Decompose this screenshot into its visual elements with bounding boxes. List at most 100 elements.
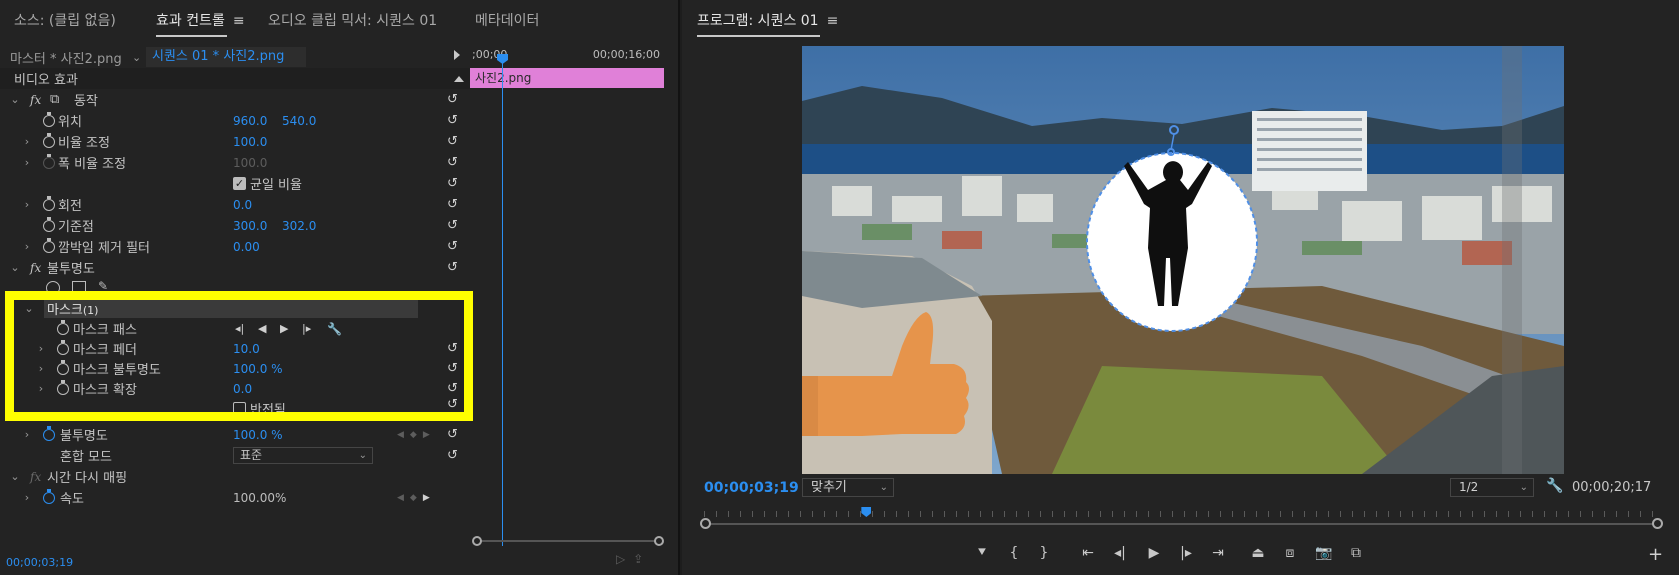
stopwatch-icon[interactable] <box>43 216 55 232</box>
reset-icon[interactable]: ↺ <box>447 381 461 396</box>
show-timeline-toggle-icon[interactable] <box>454 50 460 60</box>
reset-icon[interactable]: ↺ <box>447 260 461 275</box>
track-forward-icon[interactable]: ▶ <box>280 322 288 335</box>
mark-out-icon[interactable]: } <box>1032 542 1056 564</box>
transform-icon[interactable]: ⧉ <box>50 92 59 107</box>
reset-icon[interactable]: ↺ <box>447 427 461 442</box>
chevron-right-icon[interactable]: › <box>22 198 32 211</box>
chevron-down-icon[interactable]: ⌄ <box>10 93 20 106</box>
reset-icon[interactable]: ↺ <box>447 197 461 212</box>
previous-keyframe-icon[interactable]: ◀ <box>397 493 404 503</box>
step-forward-icon[interactable]: |▸ <box>1174 542 1198 564</box>
add-keyframe-icon[interactable]: ◆ <box>410 493 417 503</box>
effect-controls-timecode[interactable]: 00;00;03;19 <box>6 556 73 569</box>
speed-value[interactable]: 100.00% <box>233 491 286 505</box>
tab-effect-controls[interactable]: 효과 컨트롤 ≡ <box>156 10 245 37</box>
stopwatch-icon[interactable] <box>43 195 55 211</box>
rotation-value[interactable]: 0.0 <box>233 198 252 212</box>
stopwatch-icon[interactable] <box>43 237 55 253</box>
stopwatch-icon[interactable] <box>43 425 55 441</box>
playback-resolution-select[interactable]: 1/2 ⌄ <box>1450 478 1534 497</box>
tab-metadata[interactable]: 메타데이터 <box>475 10 539 30</box>
wrench-icon[interactable]: 🔧 <box>327 322 342 336</box>
settings-wrench-icon[interactable]: 🔧 <box>1546 478 1563 494</box>
lift-icon[interactable]: ⏏ <box>1246 542 1270 564</box>
reset-icon[interactable]: ↺ <box>447 92 461 107</box>
filter-icon[interactable]: ▷ <box>616 552 633 566</box>
panel-menu-icon[interactable]: ≡ <box>827 13 839 29</box>
chevron-down-icon[interactable]: ⌄ <box>24 302 34 315</box>
effect-time-remap-row[interactable]: ⌄ fx 시간 다시 매핑 <box>0 466 470 487</box>
reset-icon[interactable]: ↺ <box>447 155 461 170</box>
opacity-value[interactable]: 100.0 % <box>233 428 283 442</box>
zoom-level-select[interactable]: 맞추기 ⌄ <box>802 478 894 497</box>
sequence-clip-label[interactable]: 시퀀스 01 * 사진2.png <box>146 47 306 67</box>
go-to-in-icon[interactable]: ⇤ <box>1076 542 1100 564</box>
tab-source[interactable]: 소스: (클립 없음) <box>14 10 116 30</box>
scroll-handle-right[interactable] <box>654 536 664 546</box>
chevron-right-icon[interactable]: › <box>22 491 32 504</box>
stopwatch-icon[interactable] <box>57 339 69 355</box>
fx-icon[interactable]: fx <box>30 93 41 107</box>
go-to-out-icon[interactable]: ⇥ <box>1206 542 1230 564</box>
fx-icon[interactable]: fx <box>30 261 41 275</box>
next-keyframe-icon[interactable]: ▶ <box>423 430 430 440</box>
comparison-view-icon[interactable]: ⧉ <box>1344 542 1368 564</box>
scale-value[interactable]: 100.0 <box>233 135 267 149</box>
stopwatch-icon[interactable] <box>43 488 55 504</box>
chevron-right-icon[interactable]: › <box>22 240 32 253</box>
pen-tool-icon[interactable]: ✎ <box>98 279 108 291</box>
tab-audio-clip-mixer[interactable]: 오디오 클립 믹서: 시퀀스 01 <box>268 10 437 30</box>
add-keyframe-icon[interactable]: ◆ <box>410 430 417 440</box>
reset-icon[interactable]: ↺ <box>447 218 461 233</box>
reset-icon[interactable]: ↺ <box>447 176 461 191</box>
chevron-right-icon[interactable]: › <box>36 362 46 375</box>
reset-icon[interactable]: ↺ <box>447 113 461 128</box>
effect-controls-timeline[interactable]: ;00;00 00;00;16;00 사진2.png <box>470 46 666 546</box>
chevron-down-icon[interactable]: ⌄ <box>10 261 20 274</box>
mask-opacity-value[interactable]: 100.0 % <box>233 362 283 376</box>
blend-mode-select[interactable]: 표준 ⌄ <box>233 447 373 464</box>
clip-bar[interactable]: 사진2.png <box>470 68 664 88</box>
playhead-line[interactable] <box>502 60 503 546</box>
anti-flicker-value[interactable]: 0.00 <box>233 240 260 254</box>
button-editor-plus-icon[interactable]: + <box>1648 544 1663 565</box>
chevron-right-icon[interactable]: › <box>22 135 32 148</box>
play-icon[interactable]: ▶ <box>1142 542 1166 564</box>
reset-icon[interactable]: ↺ <box>447 341 461 356</box>
reset-icon[interactable]: ↺ <box>447 239 461 254</box>
inverted-checkbox[interactable] <box>233 402 246 412</box>
reset-icon[interactable]: ↺ <box>447 134 461 149</box>
previous-keyframe-icon[interactable]: ◀ <box>397 430 404 440</box>
stopwatch-icon[interactable] <box>57 319 69 335</box>
track-selected-forward-one-icon[interactable]: |▸ <box>302 322 311 335</box>
mask-feather-value[interactable]: 10.0 <box>233 342 260 356</box>
mark-in-icon[interactable]: { <box>1002 542 1026 564</box>
effect-motion-row[interactable]: ⌄ fx ⧉ 동작 ↺ <box>0 89 470 110</box>
export-frame-camera-icon[interactable]: 📷 <box>1312 542 1336 564</box>
rectangle-mask-icon[interactable] <box>72 281 86 291</box>
master-clip-label[interactable]: 마스터 * 사진2.png <box>0 48 132 67</box>
anchor-x-value[interactable]: 300.0 <box>233 219 267 233</box>
zoom-scrollbar[interactable] <box>472 536 664 548</box>
program-video-frame[interactable] <box>802 46 1564 474</box>
extract-icon[interactable]: ⧈ <box>1278 542 1302 564</box>
anchor-y-value[interactable]: 302.0 <box>282 219 316 233</box>
tab-program[interactable]: 프로그램: 시퀀스 01 ≡ <box>697 10 839 37</box>
panel-menu-icon[interactable]: ≡ <box>233 13 245 29</box>
program-timecode[interactable]: 00;00;03;19 <box>704 480 799 496</box>
export-icon[interactable]: ⇪ <box>633 552 651 566</box>
zoom-handle-left[interactable] <box>700 518 711 529</box>
chevron-right-icon[interactable]: › <box>36 382 46 395</box>
chevron-right-icon[interactable]: › <box>22 428 32 441</box>
mask-row[interactable]: ⌄ 마스크(1) <box>0 298 470 319</box>
zoom-bar[interactable] <box>704 523 1659 525</box>
chevron-right-icon[interactable]: › <box>36 342 46 355</box>
position-y-value[interactable]: 540.0 <box>282 114 316 128</box>
stopwatch-icon[interactable] <box>57 379 69 395</box>
add-marker-icon[interactable]: ⯆ <box>970 542 994 564</box>
stopwatch-icon[interactable] <box>43 132 55 148</box>
ellipse-mask-icon[interactable] <box>46 281 60 291</box>
scroll-handle-left[interactable] <box>472 536 482 546</box>
mask-selection-bar[interactable] <box>44 299 418 318</box>
